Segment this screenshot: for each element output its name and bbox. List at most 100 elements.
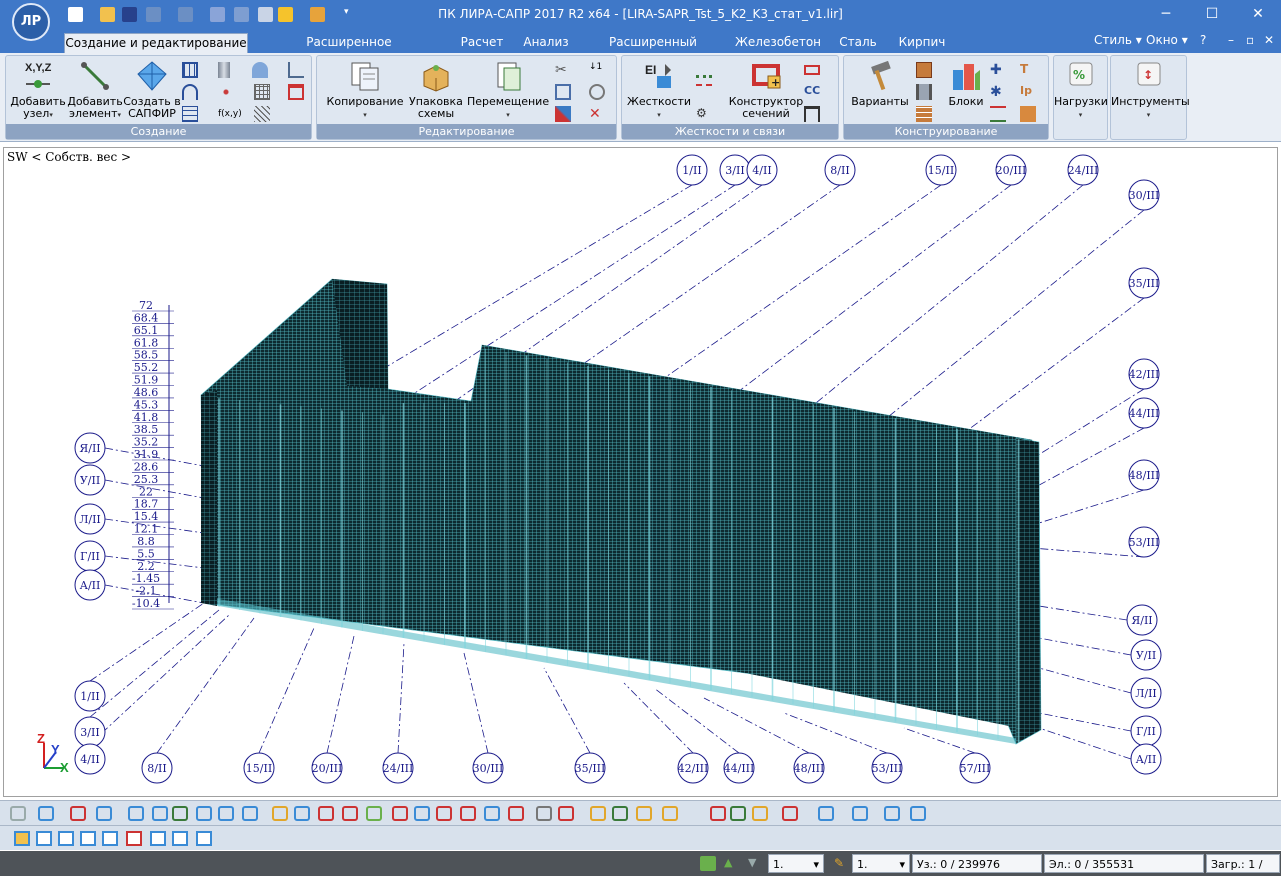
building-mesh[interactable]	[200, 278, 1042, 745]
mesh-icon[interactable]	[254, 84, 270, 100]
tab-brick[interactable]: Кирпич	[894, 33, 950, 53]
tab-advanced-analysis[interactable]: Расширенный анализ	[588, 33, 718, 67]
rebar-icon[interactable]	[804, 65, 820, 75]
expand-icon[interactable]	[555, 84, 571, 100]
view-tool-icon[interactable]	[392, 806, 408, 821]
stiffness-button[interactable]: EI Жесткости ▾	[626, 58, 692, 121]
load-case-icon[interactable]	[700, 856, 716, 871]
view-tool-icon[interactable]	[70, 806, 86, 821]
model-viewport[interactable]: SW < Собств. вес > 1/II 3/II 4/II 8/II 1…	[3, 147, 1278, 797]
doc-close-icon[interactable]: ✕	[1264, 33, 1274, 47]
delete-icon[interactable]: ✕	[589, 106, 605, 122]
projection-icon[interactable]	[196, 831, 212, 846]
prev-load-icon[interactable]: ▲	[724, 856, 740, 871]
function-icon[interactable]: f(x,y)	[218, 106, 242, 122]
view-tool-icon[interactable]	[558, 806, 574, 821]
view-tool-icon[interactable]	[884, 806, 900, 821]
view-tool-icon[interactable]	[218, 806, 234, 821]
projection-icon[interactable]	[58, 831, 74, 846]
loads-button[interactable]: % Нагрузки ▾	[1054, 58, 1108, 121]
beam-icon[interactable]	[916, 84, 932, 100]
view-tool-icon[interactable]	[272, 806, 288, 821]
view-tool-icon[interactable]	[318, 806, 334, 821]
create-sapfir-button[interactable]: Создать в САПФИР	[122, 58, 182, 120]
shell-icon[interactable]	[252, 62, 268, 78]
view-tool-icon[interactable]	[752, 806, 768, 821]
view-tool-icon[interactable]	[366, 806, 382, 821]
cc-icon[interactable]: CC	[804, 84, 820, 100]
doc-restore-icon[interactable]: ▫	[1246, 33, 1254, 47]
move-button[interactable]: Перемещение ▾	[467, 58, 549, 121]
view-tool-icon[interactable]	[414, 806, 430, 821]
cut-icon[interactable]: ✂	[555, 62, 571, 78]
ip-icon[interactable]: Ip	[1020, 84, 1036, 100]
window-menu[interactable]: Окно ▾	[1146, 33, 1188, 47]
tab-calculation[interactable]: Расчет	[454, 33, 510, 53]
add-node-button[interactable]: X,Y,Z Добавить узел▾	[8, 58, 68, 121]
view-tool-icon[interactable]	[436, 806, 452, 821]
variants-button[interactable]: Варианты	[848, 58, 912, 108]
help-button[interactable]: ?	[1200, 33, 1206, 47]
view-tool-icon[interactable]	[662, 806, 678, 821]
pencil-icon[interactable]: ✎	[834, 856, 850, 871]
wall-icon[interactable]	[916, 106, 932, 122]
view-tool-icon[interactable]	[152, 806, 168, 821]
brick-table-icon[interactable]	[1020, 106, 1036, 122]
zoom-find-icon[interactable]	[589, 84, 605, 100]
tab-steel[interactable]: Сталь	[836, 33, 880, 53]
view-tool-icon[interactable]	[730, 806, 746, 821]
tools-button[interactable]: ↕ Инструменты ▾	[1111, 58, 1190, 121]
doc-minimize-icon[interactable]: –	[1228, 33, 1234, 47]
view-tool-icon[interactable]	[10, 806, 26, 821]
view-tool-icon[interactable]	[172, 806, 188, 821]
view-tool-icon[interactable]	[342, 806, 358, 821]
spring-icon[interactable]	[696, 84, 712, 100]
steel-profile-icon[interactable]: T	[1020, 62, 1036, 78]
tab-analysis[interactable]: Анализ	[520, 33, 572, 53]
view-tool-icon[interactable]	[852, 806, 868, 821]
view-tool-icon[interactable]	[590, 806, 606, 821]
renumber-icon[interactable]: ↓1	[589, 62, 605, 78]
view-tool-icon[interactable]	[128, 806, 144, 821]
projection-icon[interactable]	[150, 831, 166, 846]
grid-beams-icon[interactable]	[990, 106, 1006, 122]
variant-select[interactable]: 1. ▾	[852, 854, 910, 873]
support-icon[interactable]	[804, 106, 820, 122]
hinge-icon[interactable]	[696, 62, 712, 78]
projection-icon[interactable]	[36, 831, 52, 846]
section-builder-button[interactable]: + Конструктор сечений	[726, 58, 806, 120]
view-tool-icon[interactable]	[508, 806, 524, 821]
view-tool-icon[interactable]	[782, 806, 798, 821]
view-tool-icon[interactable]	[196, 806, 212, 821]
view-tool-icon[interactable]	[38, 806, 54, 821]
style-menu[interactable]: Стиль ▾	[1094, 33, 1142, 47]
tab-advanced-edit[interactable]: Расширенное редактирование	[258, 33, 440, 67]
reinforce-icon[interactable]: ✚	[990, 62, 1006, 78]
arch-icon[interactable]	[182, 84, 198, 100]
tab-reinforced-concrete[interactable]: Железобетон	[734, 33, 822, 53]
view-tool-icon[interactable]	[612, 806, 628, 821]
projection-icon[interactable]	[14, 831, 30, 846]
stairs-icon[interactable]	[288, 62, 304, 78]
brick-icon[interactable]	[916, 62, 932, 78]
grid-icon[interactable]	[182, 62, 198, 78]
view-tool-icon[interactable]	[710, 806, 726, 821]
view-tool-icon[interactable]	[536, 806, 552, 821]
view-tool-icon[interactable]	[818, 806, 834, 821]
view-tool-icon[interactable]	[96, 806, 112, 821]
view-tool-icon[interactable]	[242, 806, 258, 821]
node-dots-icon[interactable]	[218, 84, 234, 100]
constraint-icon[interactable]: ⚙	[696, 106, 712, 122]
projection-icon[interactable]	[102, 831, 118, 846]
load-combo-select[interactable]: 1. ▾	[768, 854, 824, 873]
view-tool-icon[interactable]	[910, 806, 926, 821]
close-button[interactable]: ✕	[1235, 0, 1281, 30]
frame-icon[interactable]	[288, 84, 304, 100]
app-logo-icon[interactable]: ЛР	[12, 3, 50, 41]
node-cross-icon[interactable]: ✱	[990, 84, 1006, 100]
next-load-icon[interactable]: ▼	[748, 856, 764, 871]
copy-button[interactable]: Копирование ▾	[323, 58, 407, 121]
mirror-icon[interactable]	[555, 106, 571, 122]
view-tool-icon[interactable]	[460, 806, 476, 821]
projection-icon[interactable]	[80, 831, 96, 846]
